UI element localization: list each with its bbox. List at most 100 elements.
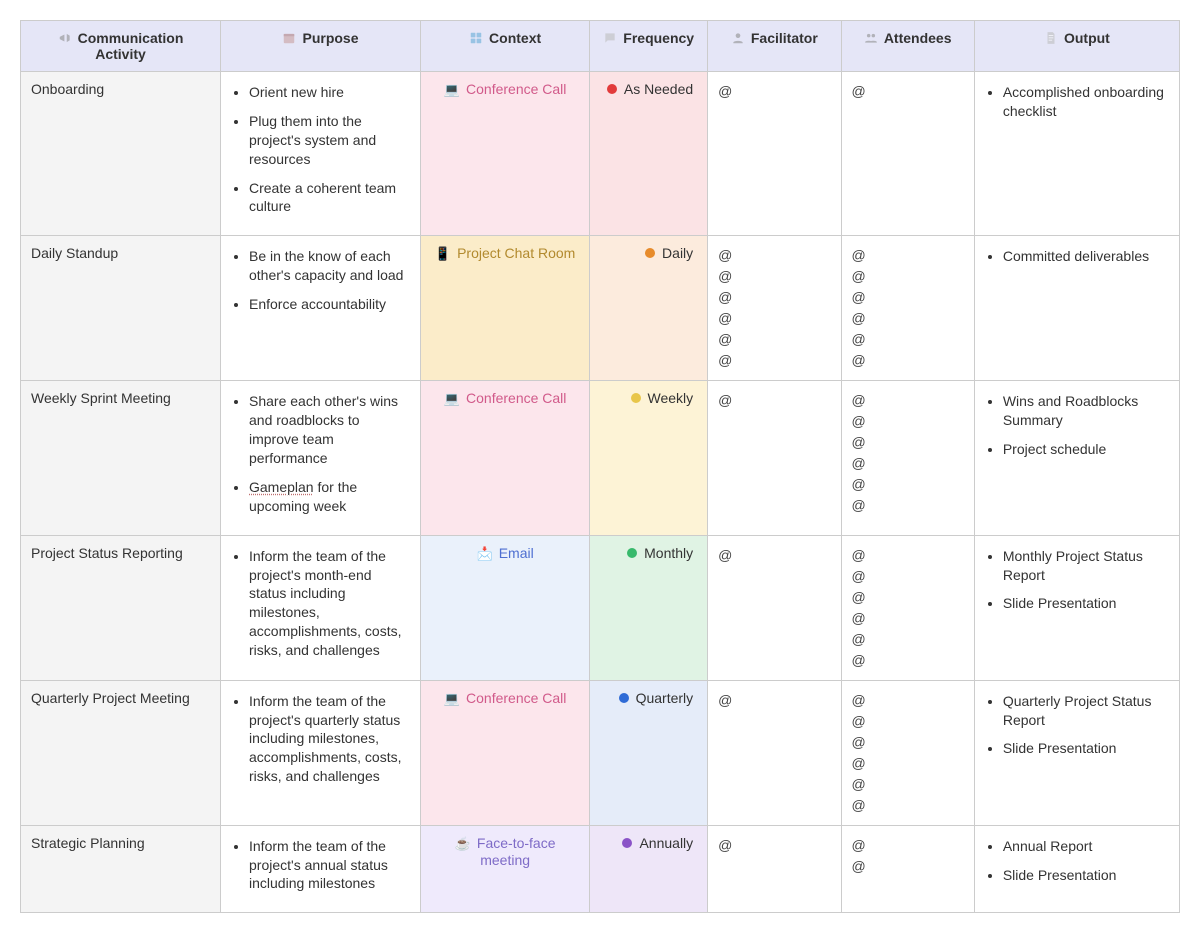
activity-cell[interactable]: Quarterly Project Meeting <box>21 680 221 825</box>
mention-placeholder[interactable]: @ <box>852 245 964 266</box>
mention-placeholder[interactable]: @ <box>718 690 830 711</box>
status-dot <box>627 548 637 558</box>
header-purpose-label: Purpose <box>302 30 358 46</box>
mention-placeholder[interactable]: @ <box>718 245 830 266</box>
header-frequency[interactable]: Frequency <box>590 21 708 72</box>
facilitator-cell[interactable]: @@@@@@ <box>708 236 841 381</box>
mention-placeholder[interactable]: @ <box>718 287 830 308</box>
frequency-cell[interactable]: Daily <box>590 236 708 381</box>
attendees-cell[interactable]: @@@@@@ <box>841 381 974 535</box>
mention-placeholder[interactable]: @ <box>852 629 964 650</box>
frequency-cell[interactable]: Annually <box>590 825 708 913</box>
mention-placeholder[interactable]: @ <box>852 495 964 516</box>
mention-placeholder[interactable]: @ <box>852 474 964 495</box>
purpose-item: Gameplan for the upcoming week <box>249 478 410 516</box>
mention-placeholder[interactable]: @ <box>718 329 830 350</box>
mention-placeholder[interactable]: @ <box>852 795 964 816</box>
mention-placeholder[interactable]: @ <box>852 329 964 350</box>
output-cell[interactable]: Wins and Roadblocks SummaryProject sched… <box>974 381 1179 535</box>
context-cell[interactable]: 💻Conference Call <box>421 72 590 236</box>
activity-cell[interactable]: Weekly Sprint Meeting <box>21 381 221 535</box>
mention-placeholder[interactable]: @ <box>852 711 964 732</box>
header-purpose[interactable]: Purpose <box>221 21 421 72</box>
context-cell[interactable]: 💻Conference Call <box>421 381 590 535</box>
purpose-item: Enforce accountability <box>249 295 410 314</box>
attendees-cell[interactable]: @@@@@@ <box>841 535 974 680</box>
output-cell[interactable]: Annual ReportSlide Presentation <box>974 825 1179 913</box>
output-item: Project schedule <box>1003 440 1169 459</box>
facilitator-cell[interactable]: @ <box>708 535 841 680</box>
output-cell[interactable]: Committed deliverables <box>974 236 1179 381</box>
output-cell[interactable]: Quarterly Project Status ReportSlide Pre… <box>974 680 1179 825</box>
mention-placeholder[interactable]: @ <box>852 587 964 608</box>
activity-cell[interactable]: Strategic Planning <box>21 825 221 913</box>
facilitator-cell[interactable]: @ <box>708 381 841 535</box>
mention-placeholder[interactable]: @ <box>718 81 830 102</box>
mention-placeholder[interactable]: @ <box>718 308 830 329</box>
communication-plan-table: Communication Activity Purpose Context F… <box>20 20 1180 913</box>
frequency-cell[interactable]: As Needed <box>590 72 708 236</box>
attendees-cell[interactable]: @@ <box>841 825 974 913</box>
mention-placeholder[interactable]: @ <box>852 350 964 371</box>
mention-placeholder[interactable]: @ <box>718 545 830 566</box>
header-context[interactable]: Context <box>421 21 590 72</box>
calendar-icon <box>282 31 296 45</box>
mention-placeholder[interactable]: @ <box>852 608 964 629</box>
facilitator-cell[interactable]: @ <box>708 680 841 825</box>
mention-placeholder[interactable]: @ <box>852 753 964 774</box>
mention-placeholder[interactable]: @ <box>718 350 830 371</box>
output-cell[interactable]: Accomplished onboarding checklist <box>974 72 1179 236</box>
context-cell[interactable]: 📱Project Chat Room <box>421 236 590 381</box>
header-facilitator[interactable]: Facilitator <box>708 21 841 72</box>
facilitator-cell[interactable]: @ <box>708 825 841 913</box>
frequency-cell[interactable]: Quarterly <box>590 680 708 825</box>
purpose-cell[interactable]: Orient new hire Plug them into the projec… <box>221 72 421 236</box>
frequency-cell[interactable]: Monthly <box>590 535 708 680</box>
activity-cell[interactable]: Onboarding <box>21 72 221 236</box>
purpose-cell[interactable]: Share each other's wins and roadblocks t… <box>221 381 421 535</box>
mention-placeholder[interactable]: @ <box>852 835 964 856</box>
mention-placeholder[interactable]: @ <box>718 390 830 411</box>
mention-placeholder[interactable]: @ <box>718 266 830 287</box>
mention-placeholder[interactable]: @ <box>852 453 964 474</box>
facilitator-cell[interactable]: @ <box>708 72 841 236</box>
header-output[interactable]: Output <box>974 21 1179 72</box>
purpose-item: Inform the team of the project's quarter… <box>249 692 410 786</box>
mention-placeholder[interactable]: @ <box>852 81 964 102</box>
output-item: Accomplished onboarding checklist <box>1003 83 1169 121</box>
purpose-item: Plug them into the project's system and … <box>249 112 410 169</box>
attendees-cell[interactable]: @@@@@@ <box>841 680 974 825</box>
purpose-cell[interactable]: Inform the team of the project's quarter… <box>221 680 421 825</box>
mention-placeholder[interactable]: @ <box>852 390 964 411</box>
mention-placeholder[interactable]: @ <box>852 432 964 453</box>
output-cell[interactable]: Monthly Project Status ReportSlide Prese… <box>974 535 1179 680</box>
table-row: Project Status ReportingInform the team … <box>21 535 1180 680</box>
mention-placeholder[interactable]: @ <box>852 287 964 308</box>
activity-cell[interactable]: Project Status Reporting <box>21 535 221 680</box>
mention-placeholder[interactable]: @ <box>852 774 964 795</box>
attendees-cell[interactable]: @@@@@@ <box>841 236 974 381</box>
mention-placeholder[interactable]: @ <box>852 566 964 587</box>
output-item: Slide Presentation <box>1003 594 1169 613</box>
purpose-cell[interactable]: Inform the team of the project's month-e… <box>221 535 421 680</box>
activity-cell[interactable]: Daily Standup <box>21 236 221 381</box>
frequency-cell[interactable]: Weekly <box>590 381 708 535</box>
purpose-cell[interactable]: Be in the know of each other's capacity … <box>221 236 421 381</box>
mention-placeholder[interactable]: @ <box>852 650 964 671</box>
mention-placeholder[interactable]: @ <box>718 835 830 856</box>
context-cell[interactable]: ☕Face-to-face meeting <box>421 825 590 913</box>
mention-placeholder[interactable]: @ <box>852 411 964 432</box>
header-attendees[interactable]: Attendees <box>841 21 974 72</box>
context-cell[interactable]: 📩Email <box>421 535 590 680</box>
header-activity[interactable]: Communication Activity <box>21 21 221 72</box>
mention-placeholder[interactable]: @ <box>852 690 964 711</box>
purpose-cell[interactable]: Inform the team of the project's annual … <box>221 825 421 913</box>
mention-placeholder[interactable]: @ <box>852 266 964 287</box>
mention-placeholder[interactable]: @ <box>852 545 964 566</box>
context-cell[interactable]: 💻Conference Call <box>421 680 590 825</box>
mention-placeholder[interactable]: @ <box>852 856 964 877</box>
mention-placeholder[interactable]: @ <box>852 308 964 329</box>
mention-placeholder[interactable]: @ <box>852 732 964 753</box>
purpose-item: Orient new hire <box>249 83 410 102</box>
attendees-cell[interactable]: @ <box>841 72 974 236</box>
